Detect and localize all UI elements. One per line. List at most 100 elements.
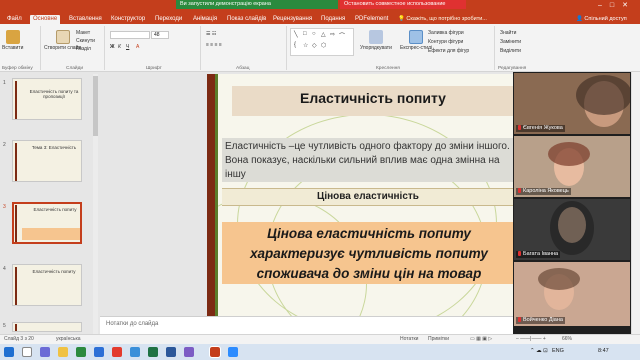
notes-pane[interactable] <box>100 316 513 334</box>
arrange-button[interactable]: Упорядкувати <box>360 30 392 51</box>
notes-toggle[interactable]: Нотатки <box>400 336 418 342</box>
language-indicator[interactable]: українська <box>56 336 81 342</box>
stop-sharing-button[interactable]: Остановить совместное использование <box>340 0 466 9</box>
store-icon[interactable] <box>76 347 86 357</box>
shape-curve-icon: ⌒ <box>339 34 346 40</box>
reset-button[interactable]: Скинути <box>76 38 95 45</box>
align-icon[interactable]: ≡ ≡ ≡ ≡ <box>206 42 222 49</box>
ribbon-separator <box>494 26 495 70</box>
screen-sharing-banner: Ви запустили демонстрацію екрана <box>176 0 338 9</box>
minimize-icon[interactable]: – <box>598 2 610 9</box>
slide-thumbnail-4[interactable]: Еластичність попиту <box>12 264 82 306</box>
mic-muted-icon <box>518 188 521 194</box>
new-slide-icon <box>55 30 70 44</box>
keyboard-language[interactable]: ENG <box>552 348 564 354</box>
paste-label: Вставити <box>2 45 24 51</box>
replace-button[interactable]: Замінити <box>500 39 521 46</box>
layout-button[interactable]: Макет <box>76 30 90 37</box>
font-color-icon[interactable]: A <box>136 44 139 51</box>
tell-me-search[interactable]: 💡 Скажіть, що потрібно зробити... <box>398 15 506 24</box>
task-view-icon[interactable] <box>40 347 50 357</box>
tab-review[interactable]: Рецензування <box>270 15 315 24</box>
tab-home[interactable]: Основне <box>30 15 61 24</box>
view-buttons[interactable]: ▭ ▦ ▣ ▷ <box>470 336 492 342</box>
participant-tile[interactable]: Багата Іванна <box>514 199 630 260</box>
participant-name: Євгенія Жукова <box>523 125 563 131</box>
tab-pdfelement[interactable]: PDFelement <box>352 15 391 24</box>
close-icon[interactable]: ✕ <box>622 2 636 9</box>
excel-icon[interactable] <box>148 347 158 357</box>
file-explorer-icon[interactable] <box>58 347 68 357</box>
shape-fill-button[interactable]: Заливка фігури <box>428 30 464 37</box>
bold-button[interactable]: Ж <box>110 44 115 51</box>
select-button[interactable]: Виділити <box>500 48 521 55</box>
slide-body-text[interactable]: Еластичність –це чутливість одного факто… <box>225 140 513 182</box>
thumb-number: 3 <box>3 204 6 210</box>
chrome-icon[interactable] <box>112 347 122 357</box>
drawing-group-label: Креслення <box>376 66 400 71</box>
slide-thumbnail-1[interactable]: Еластичність попиту та пропозиції <box>12 78 82 120</box>
search-placeholder: Скажіть, що потрібно зробити... <box>406 16 487 22</box>
window-controls[interactable]: –□✕ <box>598 1 636 9</box>
italic-button[interactable]: К <box>118 44 121 51</box>
bullets-icon[interactable]: ☰ ☷ <box>206 31 216 38</box>
participant-tile[interactable]: Кароліна Яковець <box>514 136 630 197</box>
edge-icon[interactable] <box>94 347 104 357</box>
participant-name: Войченко Діана <box>523 317 563 323</box>
clipboard-icon <box>5 30 20 44</box>
system-tray-icons[interactable]: ⌃ ☁ ⊡ <box>530 348 548 354</box>
search-icon[interactable] <box>22 347 32 357</box>
thumb-title: Еластичність попиту та пропозиції <box>29 89 79 99</box>
tab-insert[interactable]: Вставлення <box>66 15 105 24</box>
thumb-number: 1 <box>3 80 6 86</box>
slide-highlight-text[interactable]: Цінова еластичність попиту характеризує … <box>224 224 514 284</box>
mic-muted-icon <box>518 125 521 131</box>
font-family-select[interactable] <box>110 31 150 39</box>
slide-thumbnail-2[interactable]: Тема 3: Еластичність <box>12 140 82 182</box>
slide-thumbnail-3[interactable]: Еластичність попиту <box>12 202 82 244</box>
participant-hair <box>550 201 594 255</box>
zoom-level[interactable]: 66% <box>562 336 572 342</box>
slide-title[interactable]: Еластичність попиту <box>232 90 514 106</box>
tab-animations[interactable]: Анімація <box>190 15 220 24</box>
comments-toggle[interactable]: Примітки <box>428 336 449 342</box>
tab-file[interactable]: Файл <box>4 15 25 24</box>
maximize-icon[interactable]: □ <box>610 2 622 9</box>
tab-transitions[interactable]: Переходи <box>152 15 185 24</box>
paste-button[interactable]: Вставити <box>2 30 23 51</box>
tab-view[interactable]: Подання <box>318 15 348 24</box>
word-icon[interactable] <box>166 347 176 357</box>
participant-name: Багата Іванна <box>523 251 559 257</box>
teams-icon[interactable] <box>184 347 194 357</box>
windows-start-icon[interactable] <box>4 347 14 357</box>
thumb-title: Тема 3: Еластичність <box>31 145 77 150</box>
tab-design[interactable]: Конструктор <box>108 15 148 24</box>
mail-icon[interactable] <box>130 347 140 357</box>
participant-hair <box>538 268 580 290</box>
find-button[interactable]: Знайти <box>500 30 516 37</box>
shape-oval-icon: ○ <box>312 31 316 37</box>
shapes-gallery[interactable]: ╲ □ ○ △ ⇨ ⌒ { ☆ ◇ ⬡ <box>290 28 354 56</box>
share-button[interactable]: 👤 Спільний доступ <box>576 15 627 24</box>
thumbnails-scrollbar-thumb[interactable] <box>93 76 98 136</box>
tab-slideshow[interactable]: Показ слайдів <box>224 15 269 24</box>
zoom-slider[interactable]: – ——|—— + <box>516 336 546 342</box>
shape-outline-button[interactable]: Контури фігури <box>428 39 463 46</box>
mic-muted-icon <box>518 317 521 323</box>
shape-effects-button[interactable]: Ефекти для фігур <box>428 48 469 55</box>
powerpoint-icon[interactable] <box>209 346 221 358</box>
slide-subtitle[interactable]: Цінова еластичність <box>222 191 514 202</box>
notes-placeholder: Нотатки до слайда <box>106 321 159 327</box>
share-label: Спільний доступ <box>584 16 627 22</box>
underline-button[interactable]: Ч <box>126 44 129 51</box>
slide-thumbnail-5[interactable] <box>12 322 82 332</box>
zoom-icon[interactable] <box>228 347 238 357</box>
section-button[interactable]: Розділ <box>76 46 91 53</box>
participant-tile[interactable]: Войченко Діана <box>514 262 630 326</box>
slides-group-label: Слайди <box>66 66 84 71</box>
participant-tile[interactable]: Євгенія Жукова <box>514 73 630 134</box>
clock[interactable]: 8:47 <box>598 348 609 354</box>
slide-accent-bar-green <box>215 74 218 316</box>
font-size-select[interactable]: 48 <box>151 31 169 39</box>
vertical-scrollbar[interactable] <box>631 72 640 350</box>
